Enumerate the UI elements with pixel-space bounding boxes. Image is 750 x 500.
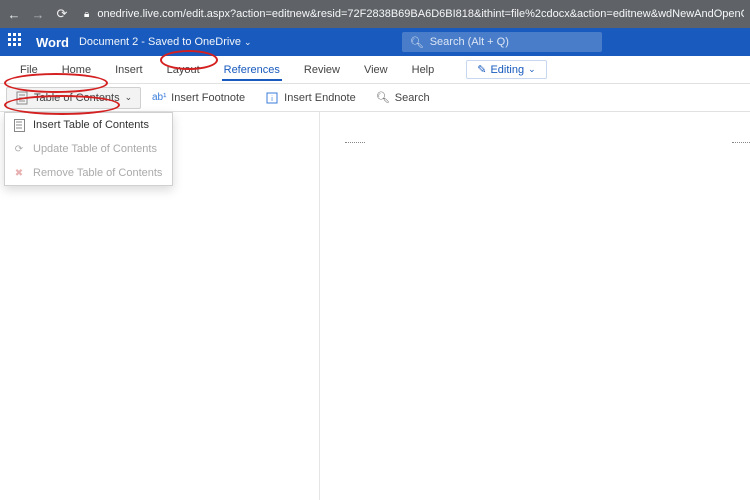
search-icon: 🔍︎ <box>410 36 424 49</box>
tab-file[interactable]: File <box>8 58 50 82</box>
toc-label: Table of Contents <box>34 92 120 104</box>
tab-home[interactable]: Home <box>50 58 103 82</box>
search-placeholder: Search (Alt + Q) <box>430 36 509 48</box>
document-icon <box>15 91 29 105</box>
chevron-down-icon: ⌄ <box>125 92 133 103</box>
page[interactable] <box>320 112 750 500</box>
tab-view[interactable]: View <box>352 58 400 82</box>
ribbon-tabs: File Home Insert Layout References Revie… <box>0 56 750 84</box>
app-launcher-icon[interactable] <box>8 33 26 51</box>
tab-layout[interactable]: Layout <box>155 58 212 82</box>
search-label: Search <box>395 92 430 104</box>
app-header: Word Document 2 - Saved to OneDrive ⌄ 🔍︎… <box>0 28 750 56</box>
remove-icon: ✖ <box>13 166 25 180</box>
back-icon[interactable]: ← <box>6 7 22 22</box>
chevron-down-icon: ⌄ <box>528 64 536 75</box>
toc-button[interactable]: Table of Contents ⌄ <box>6 87 141 109</box>
toc-dropdown: Insert Table of Contents ⟳ Update Table … <box>4 112 173 186</box>
search-icon: 🔍︎ <box>376 91 390 105</box>
reload-icon[interactable]: ⟳ <box>54 6 70 22</box>
document-icon <box>13 118 25 132</box>
endnote-icon: i <box>265 91 279 105</box>
footnote-icon: ab¹ <box>152 91 166 105</box>
endnote-button[interactable]: i Insert Endnote <box>256 87 365 109</box>
tab-references[interactable]: References <box>212 58 292 82</box>
chevron-down-icon: ⌄ <box>244 37 252 48</box>
search-button[interactable]: 🔍︎ Search <box>367 87 439 109</box>
saved-status: - Saved to OneDrive <box>141 36 241 48</box>
update-toc-label: Update Table of Contents <box>33 143 157 155</box>
svg-text:i: i <box>271 96 273 103</box>
editing-label: Editing <box>490 64 524 76</box>
url-bar[interactable]: onedrive.live.com/edit.aspx?action=editn… <box>97 8 744 20</box>
tab-insert[interactable]: Insert <box>103 58 155 82</box>
tab-review[interactable]: Review <box>292 58 352 82</box>
browser-toolbar: ← → ⟳ 🔒︎ onedrive.live.com/edit.aspx?act… <box>0 0 750 28</box>
endnote-label: Insert Endnote <box>284 92 356 104</box>
insert-toc-item[interactable]: Insert Table of Contents <box>5 113 172 137</box>
footnote-label: Insert Footnote <box>171 92 245 104</box>
ruler-mark <box>345 142 365 143</box>
ribbon-toolbar: Table of Contents ⌄ ab¹ Insert Footnote … <box>0 84 750 112</box>
footnote-button[interactable]: ab¹ Insert Footnote <box>143 87 254 109</box>
app-name: Word <box>36 35 69 50</box>
insert-toc-label: Insert Table of Contents <box>33 119 149 131</box>
doc-title[interactable]: Document 2 - Saved to OneDrive ⌄ <box>79 36 252 48</box>
remove-toc-label: Remove Table of Contents <box>33 167 162 179</box>
ruler-mark <box>732 142 750 143</box>
remove-toc-item: ✖ Remove Table of Contents <box>5 161 172 185</box>
forward-icon[interactable]: → <box>30 7 46 22</box>
tab-help[interactable]: Help <box>400 58 447 82</box>
pen-icon: ✎ <box>477 63 486 76</box>
search-input[interactable]: 🔍︎ Search (Alt + Q) <box>402 32 602 52</box>
editing-mode-button[interactable]: ✎ Editing ⌄ <box>466 60 546 79</box>
doc-name: Document 2 <box>79 36 138 48</box>
refresh-icon: ⟳ <box>13 142 25 156</box>
lock-icon: 🔒︎ <box>84 9 89 20</box>
update-toc-item: ⟳ Update Table of Contents <box>5 137 172 161</box>
